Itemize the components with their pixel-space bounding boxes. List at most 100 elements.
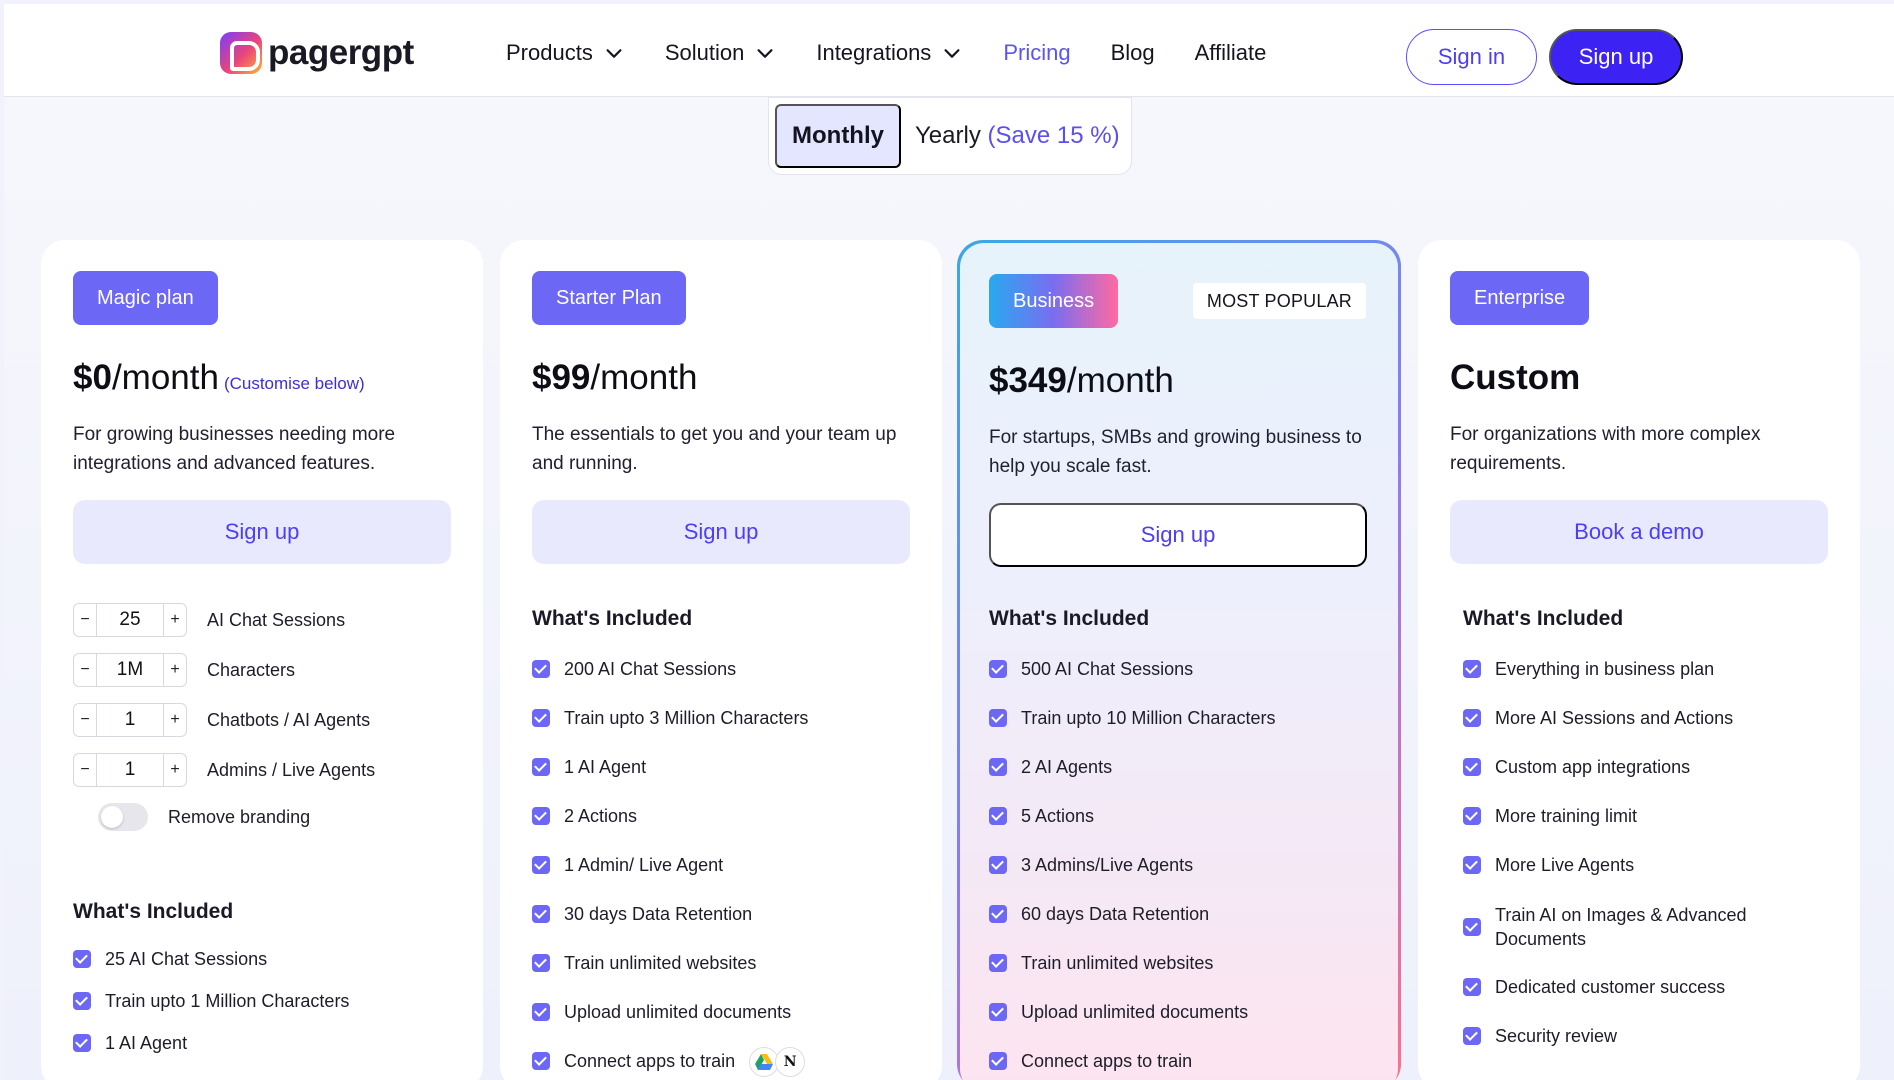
list-item: Train AI on Images & Advanced Documents — [1463, 902, 1783, 975]
check-icon — [1463, 807, 1481, 825]
nav-item-products[interactable]: Products — [506, 37, 625, 69]
increment-button[interactable]: + — [164, 754, 186, 786]
check-icon — [989, 807, 1007, 825]
list-item: 25 AI Chat Sessions — [73, 947, 349, 989]
stepper-label: Admins / Live Agents — [207, 759, 376, 780]
list-item: Train upto 10 Million Characters — [989, 706, 1275, 755]
list-item: Upload unlimited documents — [989, 1000, 1275, 1049]
check-icon — [1463, 1027, 1481, 1045]
list-item: 1 AI Agent — [73, 1031, 349, 1073]
check-icon — [989, 954, 1007, 972]
stepper-row-characters: − 1M + Characters — [73, 653, 295, 687]
feature-text: 1 AI Agent — [564, 757, 647, 777]
list-item: 5 Actions — [989, 804, 1275, 853]
feature-text: Train upto 1 Million Characters — [105, 991, 350, 1011]
list-item: Connect apps to train N — [532, 1047, 808, 1080]
billing-period-toggle: Monthly Yearly (Save 15 %) — [768, 97, 1132, 175]
plan-price: Custom — [1450, 358, 1580, 398]
check-icon — [532, 709, 550, 727]
feature-text: Train upto 3 Million Characters — [564, 708, 809, 728]
check-icon — [532, 660, 550, 678]
nav-item-label: Solution — [664, 40, 745, 65]
plan-description: For startups, SMBs and growing business … — [989, 427, 1362, 477]
feature-list: 200 AI Chat Sessions Train upto 3 Millio… — [532, 657, 808, 1080]
feature-text: Train upto 10 Million Characters — [1021, 708, 1276, 728]
check-icon — [989, 758, 1007, 776]
yearly-save-label: (Save 15 %) — [987, 122, 1120, 149]
sign-up-button[interactable]: Sign up — [1549, 29, 1683, 85]
quantity-stepper: − 1 + — [73, 753, 187, 787]
sign-in-button[interactable]: Sign in — [1406, 29, 1537, 85]
decrement-button[interactable]: − — [74, 754, 96, 786]
feature-text: Upload unlimited documents — [1021, 1002, 1249, 1022]
stepper-value[interactable]: 1 — [96, 754, 164, 786]
billing-monthly-tab[interactable]: Monthly — [775, 104, 901, 168]
check-icon — [1463, 758, 1481, 776]
check-icon — [532, 807, 550, 825]
check-icon — [1463, 978, 1481, 996]
nav-item-integrations[interactable]: Integrations — [816, 37, 963, 69]
list-item: More Live Agents — [1463, 853, 1783, 902]
stepper-value[interactable]: 1 — [96, 704, 164, 736]
plan-badge: Starter Plan — [532, 271, 686, 325]
top-navigation: pagergpt Products Solution Integrations … — [4, 4, 1894, 97]
price-amount: $0 — [73, 358, 112, 397]
check-icon — [989, 1003, 1007, 1021]
feature-text: Upload unlimited documents — [564, 1002, 792, 1022]
plan-card-business: Business MOST POPULAR $349 /month For st… — [960, 243, 1398, 1080]
nav-item-affiliate[interactable]: Affiliate — [1195, 37, 1267, 69]
increment-button[interactable]: + — [164, 704, 186, 736]
feature-text: 1 Admin/ Live Agent — [564, 855, 724, 875]
list-item: Custom app integrations — [1463, 755, 1783, 804]
list-item: More training limit — [1463, 804, 1783, 853]
stepper-row-chatbots: − 1 + Chatbots / AI Agents — [73, 703, 370, 737]
check-icon — [989, 709, 1007, 727]
plan-card-enterprise: Enterprise Custom For organizations with… — [1418, 240, 1860, 1080]
feature-text: More training limit — [1495, 806, 1638, 826]
feature-text: 25 AI Chat Sessions — [105, 949, 268, 969]
stepper-value[interactable]: 25 — [96, 604, 164, 636]
business-sign-up-button[interactable]: Sign up — [989, 503, 1367, 567]
check-icon — [532, 1003, 550, 1021]
billing-yearly-tab[interactable]: Yearly (Save 15 %) — [915, 122, 1120, 150]
book-demo-button[interactable]: Book a demo — [1450, 500, 1828, 564]
feature-text: 5 Actions — [1021, 806, 1095, 826]
logo-text: pagergpt — [268, 33, 414, 72]
nav-item-pricing[interactable]: Pricing — [1003, 37, 1070, 69]
stepper-value[interactable]: 1M — [96, 654, 164, 686]
check-icon — [532, 905, 550, 923]
plan-price: $0 /month (Customise below) — [73, 358, 365, 398]
check-icon — [532, 954, 550, 972]
starter-sign-up-button[interactable]: Sign up — [532, 500, 910, 564]
feature-text: Train unlimited websites — [1021, 953, 1214, 973]
chevron-down-icon — [606, 49, 622, 58]
increment-button[interactable]: + — [164, 654, 186, 686]
feature-text: Train AI on Images & Advanced Documents — [1495, 904, 1747, 949]
decrement-button[interactable]: − — [74, 654, 96, 686]
increment-button[interactable]: + — [164, 604, 186, 636]
decrement-button[interactable]: − — [74, 704, 96, 736]
check-icon — [73, 950, 91, 968]
decrement-button[interactable]: − — [74, 604, 96, 636]
stepper-label: AI Chat Sessions — [207, 609, 346, 630]
customise-link[interactable]: (Customise below) — [224, 374, 365, 394]
price-period: /month — [590, 358, 698, 397]
feature-text: More AI Sessions and Actions — [1495, 708, 1734, 728]
list-item: 30 days Data Retention — [532, 902, 808, 951]
magic-sign-up-button[interactable]: Sign up — [73, 500, 451, 564]
nav-item-solution[interactable]: Solution — [665, 37, 777, 69]
feature-text: Connect apps to train — [1021, 1051, 1193, 1071]
logo-link[interactable]: pagergpt — [220, 30, 414, 76]
list-item: Connect apps to train — [989, 1049, 1275, 1080]
yearly-label: Yearly — [915, 122, 981, 149]
nav-item-blog[interactable]: Blog — [1111, 37, 1155, 69]
included-title: What's Included — [532, 607, 693, 630]
toggle-label: Remove branding — [168, 806, 311, 827]
list-item: More AI Sessions and Actions — [1463, 706, 1783, 755]
list-item: 60 days Data Retention — [989, 902, 1275, 951]
remove-branding-toggle[interactable] — [98, 803, 148, 831]
nav-item-label: Integrations — [816, 40, 932, 65]
stepper-label: Chatbots / AI Agents — [207, 709, 371, 730]
stepper-row-chat-sessions: − 25 + AI Chat Sessions — [73, 603, 345, 637]
feature-text: Everything in business plan — [1495, 659, 1715, 679]
